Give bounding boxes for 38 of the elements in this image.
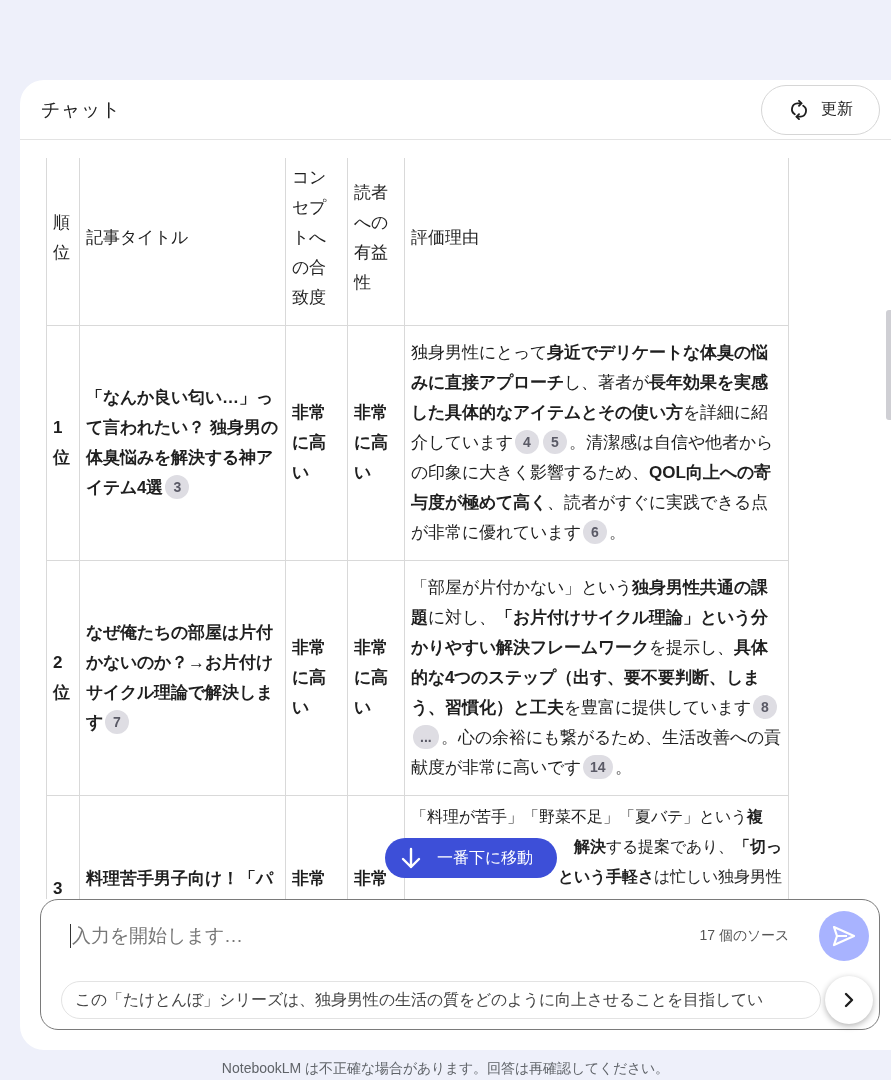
reason-cell: 「部屋が片付かない」という独身男性共通の課題に対し、「お片付けサイクル理論」という分かりやすい解決フレームワーク を提示し、具体的な4つのステップ（出す、要不要判断、しまう、習慣化）と工夫を豊富に提供しています 8 ... 。心の余裕にも繋がるため、生活改善への貢献度が非常に高いです 14 。 <box>404 560 789 796</box>
column-header: コンセプトへの合致度 <box>285 158 348 326</box>
citation-chip[interactable]: 6 <box>583 520 607 544</box>
rank-cell: 1位 <box>46 325 80 561</box>
send-button[interactable] <box>819 911 869 961</box>
citation-chip[interactable]: 5 <box>543 430 567 454</box>
refresh-icon <box>788 99 809 120</box>
rank-cell: 2位 <box>46 560 80 796</box>
citation-chip[interactable]: ... <box>413 725 439 749</box>
citation-chip[interactable]: 14 <box>583 755 613 779</box>
title-cell: 「なんか良い匂い…」って言われたい？ 独身男の体臭悩みを解決する神アイテム4選 3 <box>79 325 286 561</box>
citation-chip[interactable]: 8 <box>753 695 777 719</box>
citation-chip[interactable]: 7 <box>105 710 129 734</box>
rank-cell: 3 <box>46 795 80 899</box>
rating-cell: 非常に高い <box>347 560 405 796</box>
scroll-to-bottom-button[interactable]: 一番下に移動 <box>385 838 557 878</box>
rating-cell: 非常に高い <box>285 325 348 561</box>
rating-cell: 非常に高い <box>347 325 405 561</box>
suggestion-chip[interactable]: この「たけとんぼ」シリーズは、独身男性の生活の質をどのように向上させることを目指してい <box>61 981 821 1019</box>
source-count: 17 個のソース <box>699 927 789 945</box>
down-arrow-icon <box>401 847 421 869</box>
refresh-button[interactable]: 更新 <box>761 84 880 135</box>
column-header: 順位 <box>46 158 80 326</box>
column-header: 読者への有益性 <box>347 158 405 326</box>
next-button[interactable] <box>825 976 873 1024</box>
panel-title: チャット <box>41 97 121 122</box>
chat-input[interactable]: 入力を開始します… <box>70 924 700 948</box>
disclaimer: NotebookLM は不正確な場合があります。回答は再確認してください。 <box>220 1060 671 1078</box>
title-cell: なぜ俺たちの部屋は片付かないのか？→お片付けサイクル理論で解決します 7 <box>79 560 286 796</box>
rating-cell: 非常に高い <box>285 560 348 796</box>
column-header: 評価理由 <box>404 158 789 326</box>
column-header: 記事タイトル <box>79 158 286 326</box>
citation-chip[interactable]: 3 <box>165 475 190 499</box>
send-icon <box>832 925 856 947</box>
reason-cell: 独身男性にとって身近でデリケートな体臭の悩みに直接アプローチ し、著者が長年効果を実感した具体的なアイテムとその使い方を詳細に紹介しています 4 5 。清潔感は自信や他者からの印象に大きく影響するため、QOL向上への寄与度が極めて高く、読者がすぐに実践できる点が非常に優れています 6 。 <box>404 325 789 561</box>
scrollbar-thumb[interactable] <box>886 310 891 420</box>
chevron-right-icon <box>844 992 854 1008</box>
citation-chip[interactable]: 4 <box>515 430 539 454</box>
